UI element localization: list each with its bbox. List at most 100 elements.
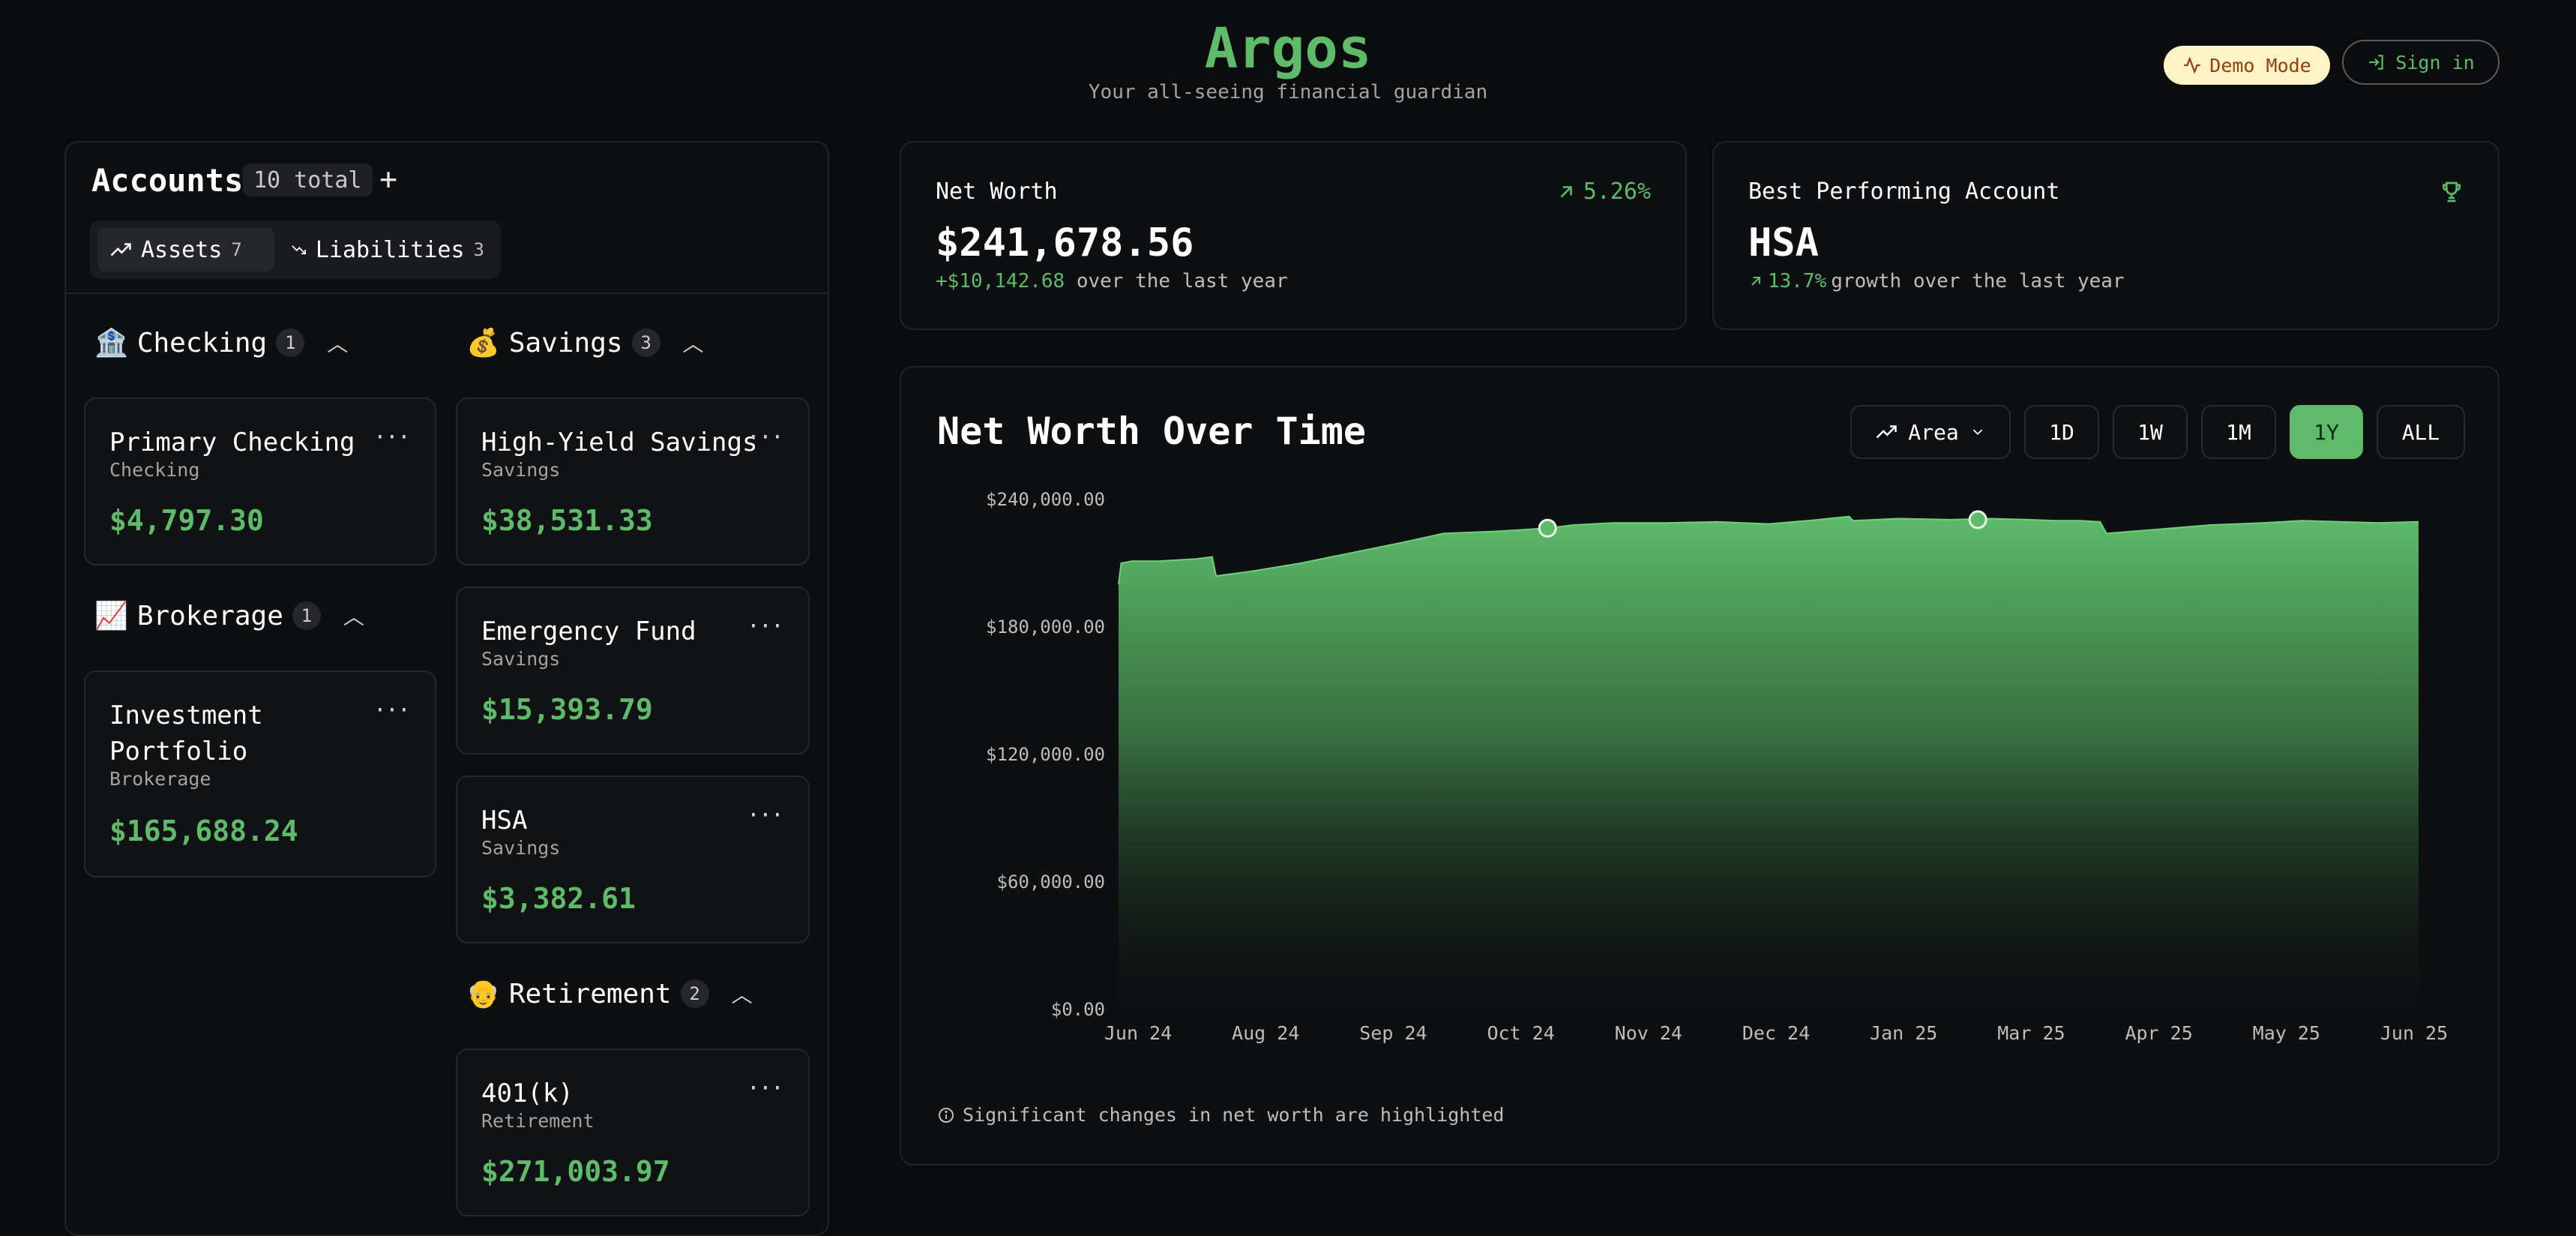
chevron-up-icon: ︿: [682, 332, 704, 356]
more-options-icon[interactable]: ···: [373, 424, 411, 451]
more-options-icon[interactable]: ···: [747, 1076, 784, 1102]
group-header-checking[interactable]: 🏦 Checking 1 ︿: [94, 327, 349, 359]
account-balance: $4,797.30: [109, 504, 264, 537]
account-card-hsa[interactable]: HSA Savings $3,382.61 ···: [456, 776, 810, 944]
range-button-1d[interactable]: 1D: [2024, 405, 2099, 459]
demo-mode-button[interactable]: Demo Mode: [2164, 46, 2330, 85]
chart-note: Significant changes in net worth are hig…: [937, 1104, 1504, 1126]
tab-liabilities-label: Liabilities: [315, 236, 465, 263]
account-card-401k[interactable]: 401(k) Retirement $271,003.97 ···: [456, 1048, 810, 1216]
accounts-divider: [66, 292, 828, 294]
account-balance: $3,382.61: [481, 882, 636, 915]
account-name: 401(k): [481, 1078, 574, 1108]
y-tick-label: $120,000.00: [986, 744, 1105, 765]
older-person-icon: 👴: [466, 979, 500, 1010]
x-tick-label: Jun 24: [1104, 1022, 1172, 1044]
y-tick-label: $180,000.00: [986, 616, 1105, 638]
more-options-icon[interactable]: ···: [373, 698, 411, 724]
group-label-checking: Checking: [136, 327, 268, 358]
chevron-up-icon: ︿: [327, 332, 349, 356]
x-tick-label: Aug 24: [1232, 1022, 1299, 1044]
account-name: Investment Portfolio: [109, 700, 263, 766]
account-card-high-yield-savings[interactable]: High-Yield Savings Savings $38,531.33 ··…: [456, 398, 810, 566]
chevron-up-icon: ︿: [343, 604, 364, 629]
net-worth-delta: +$10,142.68: [936, 270, 1065, 292]
net-worth-area: [1119, 516, 2419, 1010]
group-count-retirement: 2: [680, 980, 709, 1008]
net-worth-delta-suffix: over the last year: [1076, 270, 1288, 292]
accounts-title: Accounts: [91, 162, 244, 199]
chart-type-label: Area: [1908, 419, 1959, 445]
range-button-all[interactable]: ALL: [2377, 405, 2465, 459]
account-type: Savings: [481, 648, 561, 670]
group-header-brokerage[interactable]: 📈 Brokerage 1 ︿: [94, 600, 364, 632]
arrow-up-right-icon: [1560, 185, 1572, 197]
range-button-1y[interactable]: 1Y: [2290, 405, 2363, 459]
net-worth-card: Net Worth 5.26% $241,678.56 +$10,142.68 …: [900, 141, 1687, 330]
account-name: Primary Checking: [109, 428, 355, 458]
account-name: High-Yield Savings: [481, 428, 758, 458]
x-tick-label: Mar 25: [1997, 1022, 2065, 1044]
more-options-icon[interactable]: ···: [747, 614, 784, 640]
account-card-investment-portfolio[interactable]: Investment Portfolio Brokerage $165,688.…: [84, 670, 436, 878]
account-type: Savings: [481, 459, 561, 481]
chart-type-select[interactable]: Area: [1850, 405, 2011, 459]
account-type: Savings: [481, 837, 561, 859]
x-tick-label: Dec 24: [1742, 1022, 1810, 1044]
chart-increasing-icon: 📈: [94, 601, 128, 632]
group-header-savings[interactable]: 💰 Savings 3 ︿: [466, 327, 704, 359]
group-header-retirement[interactable]: 👴 Retirement 2 ︿: [466, 978, 753, 1010]
group-label-retirement: Retirement: [508, 978, 672, 1010]
bank-icon: 🏦: [94, 328, 128, 358]
activity-icon: [2184, 56, 2201, 74]
account-balance: $38,531.33: [481, 504, 653, 537]
add-account-button[interactable]: +: [379, 162, 397, 196]
account-name: HSA: [481, 806, 528, 836]
account-card-primary-checking[interactable]: Primary Checking Checking $4,797.30 ···: [84, 398, 436, 566]
accounts-panel: Accounts 10 total + Assets 7 Liabilities…: [64, 141, 829, 1236]
best-account-name: HSA: [1748, 220, 1819, 266]
best-account-label: Best Performing Account: [1748, 178, 2060, 205]
y-tick-label: $0.00: [1051, 999, 1105, 1020]
demo-mode-label: Demo Mode: [2209, 54, 2311, 76]
best-account-card: Best Performing Account HSA 13.7% growth…: [1712, 141, 2500, 330]
tab-liabilities[interactable]: Liabilities 3: [279, 228, 496, 272]
account-type-tabs: Assets 7 Liabilities 3: [90, 220, 501, 279]
tab-assets[interactable]: Assets 7: [97, 228, 274, 272]
group-label-brokerage: Brokerage: [136, 600, 283, 632]
trophy-icon: [2443, 182, 2461, 202]
sign-in-icon: [2369, 55, 2383, 70]
best-account-growth: 13.7%: [1768, 270, 1827, 292]
arrow-up-right-icon: [1751, 277, 1760, 286]
net-worth-value: $241,678.56: [936, 220, 1194, 266]
x-tick-label: Sep 24: [1359, 1022, 1427, 1044]
x-tick-label: Jun 25: [2380, 1022, 2448, 1044]
group-count-checking: 1: [276, 328, 305, 357]
account-balance: $271,003.97: [481, 1155, 670, 1188]
x-tick-label: Nov 24: [1615, 1022, 1682, 1044]
account-type: Brokerage: [109, 768, 211, 790]
y-tick-label: $240,000.00: [986, 489, 1105, 510]
account-balance: $15,393.79: [481, 693, 653, 726]
account-balance: $165,688.24: [109, 814, 298, 848]
group-count-brokerage: 1: [292, 602, 321, 630]
more-options-icon[interactable]: ···: [747, 424, 784, 451]
sign-in-label: Sign in: [2395, 51, 2475, 74]
net-worth-area-chart: $0.00 $60,000.00 $120,000.00 $180,000.00 $24…: [986, 489, 2448, 1044]
x-tick-label: Apr 25: [2125, 1022, 2192, 1044]
x-tick-label: May 25: [2253, 1022, 2320, 1044]
group-count-savings: 3: [631, 328, 660, 357]
chart-note-text: Significant changes in net worth are hig…: [963, 1104, 1505, 1126]
range-button-1m[interactable]: 1M: [2201, 405, 2276, 459]
net-worth-change: 5.26%: [1556, 178, 1651, 205]
net-worth-label: Net Worth: [936, 178, 1058, 205]
trending-up-icon: [110, 243, 131, 256]
range-button-1w[interactable]: 1W: [2113, 405, 2188, 459]
sign-in-button[interactable]: Sign in: [2342, 40, 2500, 85]
y-tick-label: $60,000.00: [997, 872, 1106, 892]
account-card-emergency-fund[interactable]: Emergency Fund Savings $15,393.79 ···: [456, 586, 810, 754]
highlight-point: [1538, 518, 1557, 538]
x-tick-label: Jan 25: [1870, 1022, 1937, 1044]
tab-liabilities-count: 3: [473, 239, 484, 260]
more-options-icon[interactable]: ···: [747, 802, 784, 829]
